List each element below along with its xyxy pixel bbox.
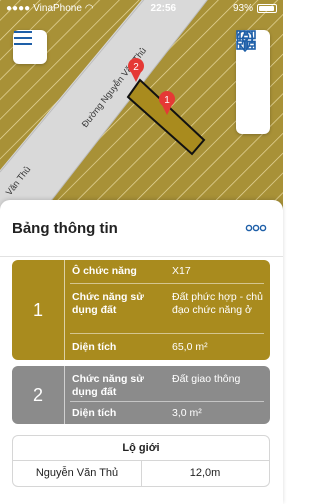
wifi-icon: ◠ (84, 2, 94, 14)
location-button[interactable] (236, 30, 270, 99)
label-dien-tich: Diện tích (72, 407, 117, 419)
map-tools (236, 30, 270, 134)
row-divider (70, 401, 264, 402)
row-divider (70, 333, 264, 334)
value-dien-tich: 3,0 m² (172, 407, 202, 419)
divider (0, 256, 283, 257)
lo-gioi-street: Nguyễn Văn Thủ (13, 460, 142, 486)
map-view[interactable]: Đường Nguyễn Văn Thủ Văn Thủ 2 1 (0, 0, 283, 215)
value-chuc-nang: Đất giao thông (172, 373, 241, 385)
battery-icon (257, 3, 277, 13)
parcel-card-1[interactable]: 1 Ô chức năng X17 Chức năng sử dụng đất … (12, 260, 270, 360)
svg-text:2: 2 (133, 62, 139, 73)
signal-icon: ●●●● (6, 2, 31, 14)
hamburger-icon (14, 31, 32, 45)
lo-gioi-title: Lộ giới (13, 436, 269, 461)
svg-text:1: 1 (164, 95, 170, 106)
lo-gioi-table: Lộ giới Nguyễn Văn Thủ 12,0m (12, 435, 270, 487)
row-dien-tich: Diện tích (72, 407, 162, 420)
more-options-icon[interactable] (245, 222, 267, 234)
sliders-icon (236, 31, 256, 49)
parcel-number: 2 (12, 366, 65, 424)
sheet-title: Bảng thông tin (12, 220, 118, 237)
row-chuc-nang: Chức năng sử dụng đất (72, 291, 162, 317)
clock: 22:56 (150, 2, 177, 14)
battery-percent: 93% (232, 2, 253, 14)
label-chuc-nang: Chức năng sử dụng đất (72, 291, 144, 316)
label-dien-tich: Diện tích (72, 341, 117, 353)
lo-gioi-width: 12,0m (189, 467, 221, 479)
row-dien-tich: Diện tích (72, 341, 162, 354)
value-chuc-nang: Đất phức hợp - chủ đạo chức năng ở (172, 291, 263, 316)
label-o-chuc-nang: Ô chức năng (72, 265, 137, 277)
carrier-name: VinaPhone (33, 2, 82, 14)
info-sheet[interactable]: Bảng thông tin 1 Ô chức năng X17 Chức nă… (0, 200, 283, 504)
filter-button[interactable] (236, 31, 270, 134)
label-chuc-nang: Chức năng sử dụng đất (72, 373, 144, 398)
parcel-number: 1 (12, 260, 65, 360)
row-o-chuc-nang: Ô chức năng (72, 265, 162, 278)
row-divider (70, 283, 264, 284)
menu-button[interactable] (13, 30, 47, 64)
parcel-card-2[interactable]: 2 Chức năng sử dụng đất Đất giao thông D… (12, 366, 270, 424)
status-bar: ●●●● VinaPhone ◠ 22:56 93% (0, 0, 283, 16)
value-dien-tich: 65,0 m² (172, 341, 208, 353)
value-o-chuc-nang: X17 (172, 265, 191, 277)
row-chuc-nang: Chức năng sử dụng đất (72, 373, 162, 399)
